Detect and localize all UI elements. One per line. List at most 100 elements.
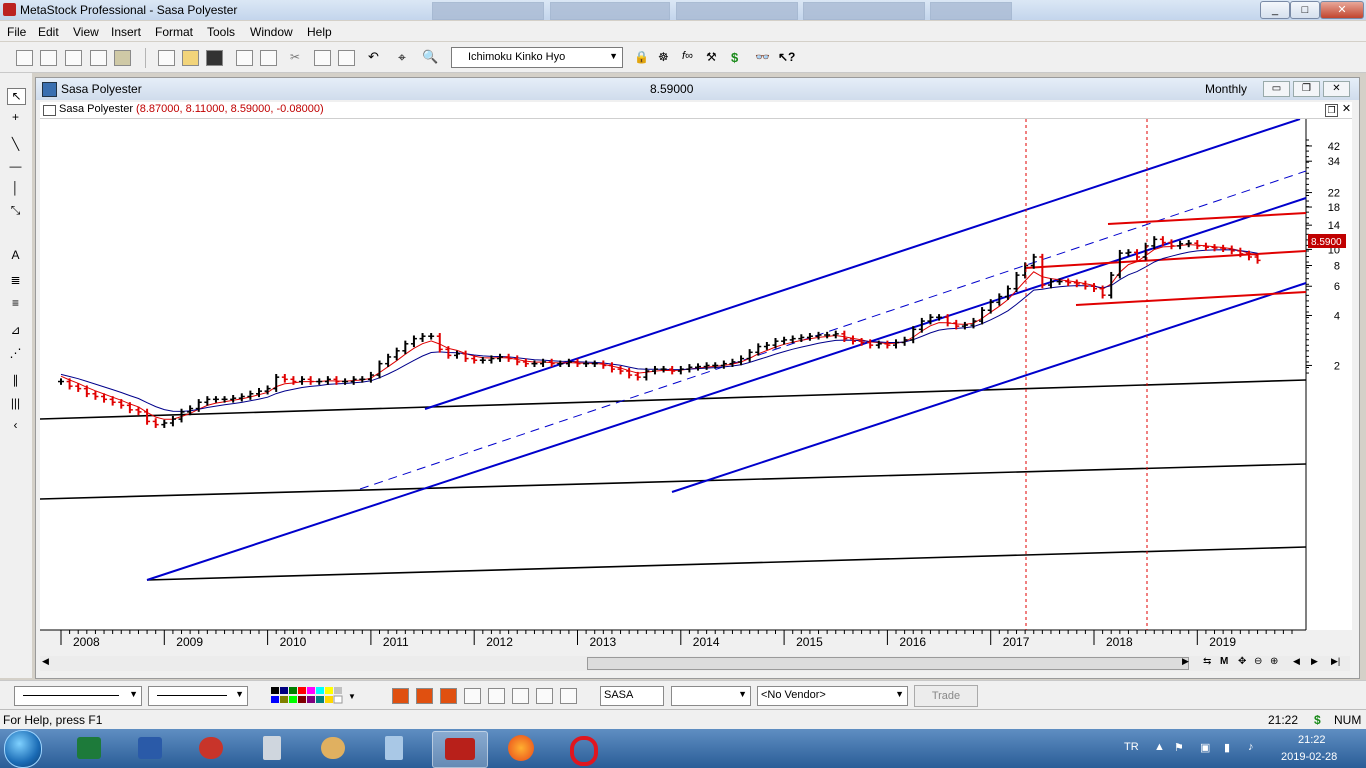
lock-icon[interactable]: 🔒 <box>634 50 649 64</box>
print-preview-icon[interactable] <box>260 50 277 66</box>
firefox-taskbar-icon[interactable] <box>494 731 548 766</box>
cascade-icon[interactable] <box>16 50 33 66</box>
zoom-in-icon[interactable]: ⊕ <box>1270 656 1278 667</box>
binoculars-icon[interactable]: 👓 <box>755 50 770 64</box>
cut-icon[interactable]: ✂ <box>290 50 305 64</box>
trendline-tool-icon[interactable]: ╲ <box>7 137 24 152</box>
move-icon[interactable]: ✥ <box>1238 656 1246 667</box>
scroll-marker-icon[interactable]: M <box>1220 656 1228 667</box>
go-to-end-icon[interactable]: ▶| <box>1331 656 1340 667</box>
scroll-thumb[interactable] <box>587 657 1189 670</box>
vertical-line-icon[interactable]: │ <box>7 181 24 196</box>
close-button[interactable]: ✕ <box>1320 1 1364 19</box>
periodicity-label[interactable]: Monthly <box>1205 82 1247 96</box>
menu-insert[interactable]: Insert <box>111 25 141 39</box>
chart-layout-icon[interactable] <box>114 50 131 66</box>
clock-date[interactable]: 2019-02-28 <box>1281 751 1337 763</box>
menu-file[interactable]: File <box>7 25 26 39</box>
line-weight-dropdown[interactable]: ▼ <box>148 686 248 706</box>
step-back-icon[interactable]: ◀ <box>1293 656 1300 667</box>
copy-icon[interactable] <box>314 50 331 66</box>
word-taskbar-icon[interactable] <box>123 731 177 766</box>
context-help-icon[interactable]: ↖? <box>778 50 795 64</box>
price-chart[interactable]: 2468101418223442 2008 2009 2010 2011 2012 201… <box>40 119 1352 656</box>
data-source-dropdown[interactable]: ▼ <box>671 686 751 706</box>
style-icon[interactable] <box>440 688 457 704</box>
menu-format[interactable]: Format <box>155 25 193 39</box>
maximize-button[interactable]: □ <box>1290 1 1320 19</box>
gann-fan-icon[interactable]: ⊿ <box>7 323 24 338</box>
paint-icon[interactable] <box>416 688 433 704</box>
template-dropdown[interactable]: Ichimoku Kinko Hyo ▼ <box>451 47 623 68</box>
excel-taskbar-icon[interactable] <box>62 731 116 766</box>
layout-2-icon[interactable] <box>536 688 553 704</box>
color-palette[interactable]: ▼ <box>268 685 358 705</box>
step-forward-icon[interactable]: ▶ <box>1311 656 1318 667</box>
paste-icon[interactable] <box>338 50 355 66</box>
andrews-pitchfork-icon[interactable]: ⋰ <box>7 346 24 361</box>
zoom-out-icon[interactable]: ⊖ <box>1254 656 1262 667</box>
new-file-icon[interactable] <box>158 50 175 66</box>
opera-taskbar-icon[interactable] <box>555 731 609 766</box>
expert-icon[interactable]: ☸ <box>658 50 673 64</box>
text-tool-icon[interactable]: A <box>7 248 24 263</box>
layout-3-icon[interactable] <box>560 688 577 704</box>
pane-close-icon[interactable]: ✕ <box>1341 104 1352 115</box>
pane-restore-icon[interactable]: ❐ <box>1325 104 1338 117</box>
menu-help[interactable]: Help <box>307 25 332 39</box>
tile-horizontal-icon[interactable] <box>65 50 82 66</box>
formula-icon[interactable]: f∞ <box>682 50 697 64</box>
symbol-input[interactable]: SASA <box>600 686 664 706</box>
tile-vertical-icon[interactable] <box>40 50 57 66</box>
device-icon[interactable]: ▣ <box>1200 741 1210 754</box>
metastock-app-icon[interactable] <box>3 3 16 16</box>
explorer-icon[interactable]: ⚒ <box>706 50 721 64</box>
menu-view[interactable]: View <box>73 25 99 39</box>
notes-taskbar-icon[interactable] <box>367 731 421 766</box>
clock-time[interactable]: 21:22 <box>1298 734 1326 746</box>
calculator-taskbar-icon[interactable] <box>245 731 299 766</box>
metastock-taskbar-icon[interactable] <box>432 731 488 768</box>
scroll-right-icon[interactable]: ▶ <box>1182 656 1189 667</box>
horizontal-line-icon[interactable]: — <box>7 159 24 174</box>
menu-tools[interactable]: Tools <box>207 25 235 39</box>
pointer-tool-icon[interactable]: ↖ <box>7 88 26 105</box>
menu-edit[interactable]: Edit <box>38 25 59 39</box>
zoom-icon[interactable]: 🔍 <box>422 50 438 64</box>
save-icon[interactable] <box>206 50 223 66</box>
open-folder-icon[interactable] <box>182 50 199 66</box>
paint-taskbar-icon[interactable] <box>306 731 360 766</box>
raff-channel-icon[interactable]: ∥ <box>7 373 24 388</box>
chart-close-button[interactable]: ✕ <box>1323 81 1350 97</box>
scroll-mode-icon[interactable]: ⇆ <box>1203 656 1211 667</box>
align-top-icon[interactable] <box>464 688 481 704</box>
crosshair-icon[interactable]: ⌖ <box>398 50 413 64</box>
volume-icon[interactable]: ♪ <box>1248 741 1254 753</box>
tray-expand-icon[interactable]: ▲ <box>1154 741 1165 753</box>
network-icon[interactable]: ▮ <box>1224 741 1230 754</box>
undo-icon[interactable]: ↶ <box>368 50 383 64</box>
metastock-net-taskbar-icon[interactable] <box>184 731 238 766</box>
trade-button[interactable]: Trade <box>914 685 978 707</box>
action-center-icon[interactable]: ⚑ <box>1174 741 1184 754</box>
cycle-lines-icon[interactable]: ||| <box>7 396 24 411</box>
chart-restore-button[interactable]: ❐ <box>1293 81 1320 97</box>
print-icon[interactable] <box>236 50 253 66</box>
input-language[interactable]: TR <box>1124 741 1139 753</box>
chart-minimize-button[interactable]: ▭ <box>1263 81 1290 97</box>
system-tester-icon[interactable]: $ <box>731 50 746 65</box>
tile-grid-icon[interactable] <box>90 50 107 66</box>
vendor-dropdown[interactable]: <No Vendor> ▼ <box>757 686 908 706</box>
fill-tool-icon[interactable] <box>392 688 409 704</box>
scroll-left-icon[interactable]: ◀ <box>42 656 49 667</box>
line-style-dropdown[interactable]: ▼ <box>14 686 142 706</box>
crosshair-tool-icon[interactable]: + <box>7 110 24 125</box>
price-legend[interactable]: Sasa Polyester (8.87000, 8.11000, 8.5900… <box>59 103 324 115</box>
chart-horizontal-scrollbar[interactable]: ◀ ▶ ⇆ M ✥ ⊖ ⊕ ◀ ▶ ▶| <box>40 656 1350 671</box>
start-button[interactable] <box>4 730 42 768</box>
minimize-button[interactable]: _ <box>1260 1 1290 19</box>
layout-1-icon[interactable] <box>512 688 529 704</box>
menu-window[interactable]: Window <box>250 25 293 39</box>
arc-tool-icon[interactable]: ‹ <box>7 418 24 433</box>
retracement-icon[interactable]: ≣ <box>7 273 24 288</box>
